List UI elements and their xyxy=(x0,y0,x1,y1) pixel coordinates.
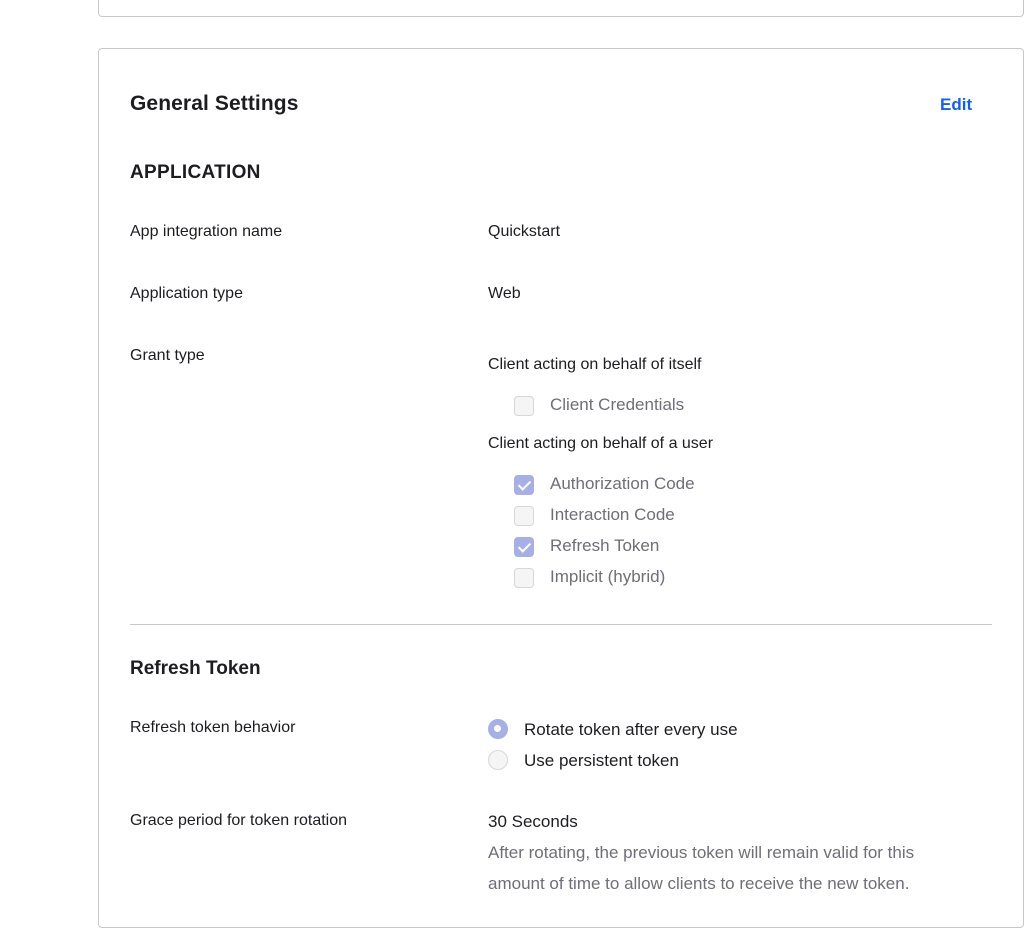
radio-option-label: Use persistent token xyxy=(524,751,679,770)
general-settings-title: General Settings xyxy=(130,92,299,115)
application-type-label: Application type xyxy=(130,285,243,302)
grant-group-user-label: Client acting on behalf of a user xyxy=(488,435,714,452)
edit-button[interactable]: Edit xyxy=(940,95,972,115)
app-integration-name-value: Quickstart xyxy=(488,223,561,240)
section-divider xyxy=(130,624,992,625)
grant-option-label: Implicit (hybrid) xyxy=(550,567,666,586)
checkbox-checked-icon[interactable] xyxy=(514,537,534,557)
application-heading: APPLICATION xyxy=(130,162,261,183)
checkbox-icon[interactable] xyxy=(514,396,534,416)
radio-selected-icon[interactable] xyxy=(488,719,508,739)
refresh-token-behavior-label: Refresh token behavior xyxy=(130,719,296,736)
checkbox-icon[interactable] xyxy=(514,568,534,588)
grace-period-description: After rotating, the previous token will … xyxy=(488,843,915,893)
checkbox-icon[interactable] xyxy=(514,506,534,526)
app-integration-name-label: App integration name xyxy=(130,223,283,240)
grant-option-label: Interaction Code xyxy=(550,505,675,524)
refresh-token-heading: Refresh Token xyxy=(130,658,261,679)
radio-icon[interactable] xyxy=(488,750,508,770)
general-settings-card: General Settings Edit APPLICATION App in… xyxy=(98,48,1024,928)
previous-section-card xyxy=(98,0,1024,17)
grace-period-value: 30 Seconds xyxy=(488,812,578,831)
radio-option-label: Rotate token after every use xyxy=(524,720,738,739)
grace-period-label: Grace period for token rotation xyxy=(130,812,348,829)
grant-type-label: Grant type xyxy=(130,347,205,364)
grant-option-label: Client Credentials xyxy=(550,395,685,414)
application-type-value: Web xyxy=(488,285,521,302)
grant-option-label: Authorization Code xyxy=(550,474,695,493)
grant-option-label: Refresh Token xyxy=(550,536,660,555)
grant-group-self-label: Client acting on behalf of itself xyxy=(488,356,702,373)
checkbox-checked-icon[interactable] xyxy=(514,475,534,495)
